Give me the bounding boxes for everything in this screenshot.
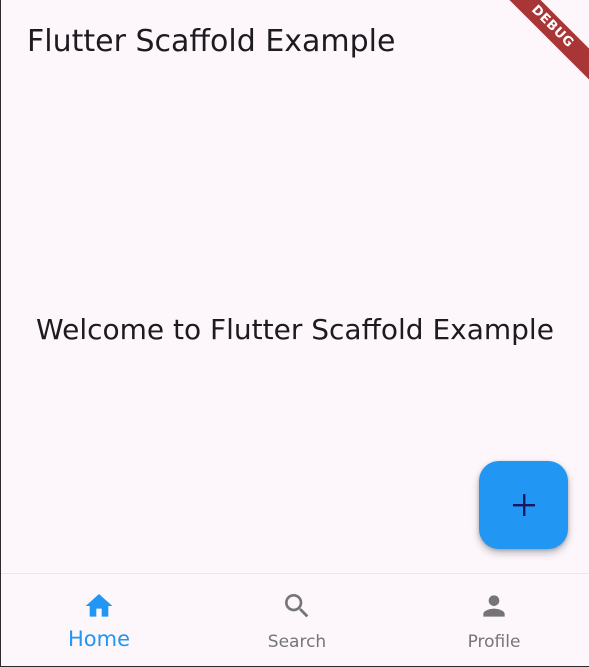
nav-item-search[interactable]: Search xyxy=(199,574,395,666)
home-icon xyxy=(85,594,113,617)
nav-label-search: Search xyxy=(267,632,327,652)
nav-label-home: Home xyxy=(67,627,130,651)
app-bar-title: Flutter Scaffold Example xyxy=(27,24,396,59)
app-screen: Flutter Scaffold Example Welcome to Flut… xyxy=(0,0,589,667)
bottom-navigation-bar: Home Search Profile xyxy=(1,573,589,666)
nav-label-profile: Profile xyxy=(467,632,521,652)
nav-item-profile[interactable]: Profile xyxy=(396,574,589,666)
search-icon xyxy=(285,594,309,618)
nav-item-home[interactable]: Home xyxy=(1,574,197,666)
add-fab-button[interactable] xyxy=(479,461,568,549)
person-icon xyxy=(483,595,505,617)
add-icon xyxy=(513,494,535,516)
app-bar: Flutter Scaffold Example xyxy=(1,0,589,84)
welcome-text: Welcome to Flutter Scaffold Example xyxy=(36,313,554,346)
